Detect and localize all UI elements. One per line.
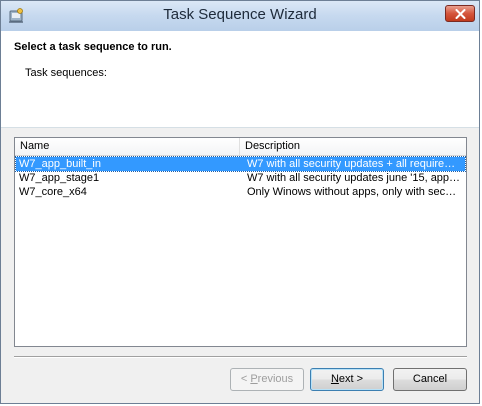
page-heading: Select a task sequence to run. <box>14 41 172 53</box>
row-name-cell: W7_core_x64 <box>19 186 87 198</box>
list-header: Name Description <box>15 138 466 156</box>
cancel-button[interactable]: Cancel <box>393 368 467 391</box>
next-button[interactable]: Next > <box>310 368 384 391</box>
close-button[interactable] <box>445 5 475 22</box>
previous-button[interactable]: < Previous <box>230 368 304 391</box>
column-header-name[interactable]: Name <box>15 138 240 155</box>
table-row[interactable]: W7_app_stage1 W7 with all security update… <box>16 171 465 185</box>
row-description-cell: W7 with all security updates + all requi… <box>247 158 456 170</box>
row-description-cell: Only Winows without apps, only with sec… <box>247 186 457 198</box>
task-sequence-list[interactable]: Name Description W7_app_built_in W7 with … <box>14 137 467 347</box>
task-sequences-label: Task sequences: <box>25 67 107 79</box>
button-separator <box>14 356 467 358</box>
table-row[interactable]: W7_core_x64 Only Winows without apps, onl… <box>16 185 465 199</box>
close-icon <box>455 9 466 19</box>
header-panel: Select a task sequence to run. Task sequ… <box>1 31 479 128</box>
row-name-cell: W7_app_built_in <box>19 158 101 170</box>
row-description-cell: W7 with all security updates june '15, a… <box>247 172 461 184</box>
column-header-description[interactable]: Description <box>240 138 466 155</box>
row-name-cell: W7_app_stage1 <box>19 172 100 184</box>
table-row[interactable]: W7_app_built_in W7 with all security upda… <box>15 156 466 172</box>
window-title: Task Sequence Wizard <box>163 6 317 23</box>
title-bar[interactable]: Task Sequence Wizard <box>1 1 479 31</box>
wizard-window: Task Sequence Wizard Select a task seque… <box>0 0 480 404</box>
